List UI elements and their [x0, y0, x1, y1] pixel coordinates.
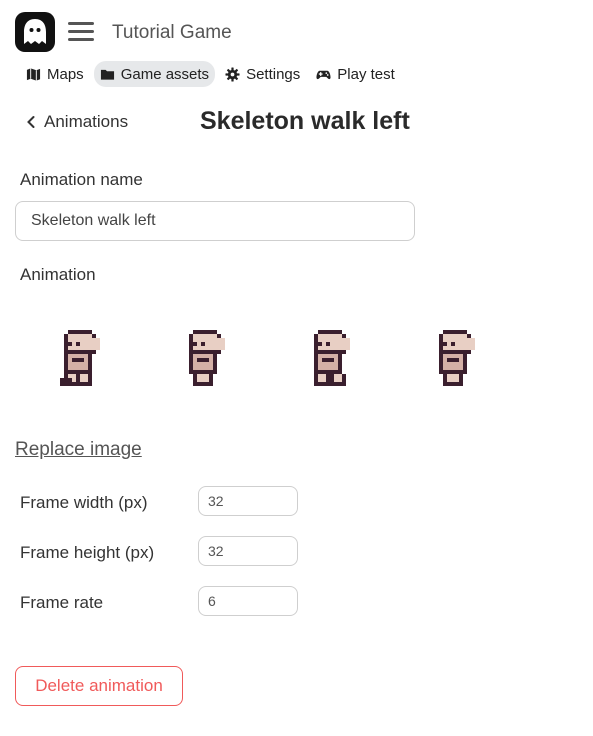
sprite-frame-2 [189, 330, 225, 386]
back-link[interactable]: Animations [26, 112, 128, 132]
ghost-icon[interactable] [15, 12, 55, 52]
tab-maps[interactable]: Maps [20, 61, 90, 87]
main-nav: Maps Game assets Settings Play test [20, 61, 401, 87]
frame-width-input[interactable] [198, 486, 298, 516]
page-title: Skeleton walk left [200, 107, 410, 135]
tab-game-assets[interactable]: Game assets [93, 61, 216, 87]
frame-height-label: Frame height (px) [20, 543, 155, 562]
back-link-label: Animations [44, 112, 129, 131]
sprite-frame-1 [60, 330, 100, 386]
top-bar: Tutorial Game [0, 0, 593, 62]
chevron-left-icon [27, 116, 35, 128]
replace-image-link[interactable]: Replace image [15, 439, 142, 461]
sprite-frame-4 [439, 330, 475, 386]
tab-label: Game assets [120, 65, 210, 83]
gamepad-icon [316, 70, 331, 79]
gear-icon [225, 66, 240, 82]
sprite-frame-3 [314, 330, 350, 386]
tab-label: Settings [246, 65, 301, 83]
frame-rate-label: Frame rate [20, 593, 104, 612]
delete-animation-button[interactable]: Delete animation [15, 666, 183, 706]
tab-settings[interactable]: Settings [219, 61, 306, 87]
tab-play-test[interactable]: Play test [310, 61, 401, 87]
frame-width-label: Frame width (px) [20, 493, 148, 512]
menu-icon[interactable] [68, 22, 94, 42]
map-icon [26, 67, 41, 81]
frame-height-input[interactable] [198, 536, 298, 566]
animation-label: Animation [20, 265, 96, 284]
frame-rate-input[interactable] [198, 586, 298, 616]
folder-icon [100, 69, 114, 80]
tab-label: Maps [47, 65, 84, 83]
animation-name-label: Animation name [20, 170, 143, 189]
app-title: Tutorial Game [112, 22, 232, 43]
animation-name-input[interactable] [15, 201, 415, 241]
tab-label: Play test [337, 65, 395, 83]
